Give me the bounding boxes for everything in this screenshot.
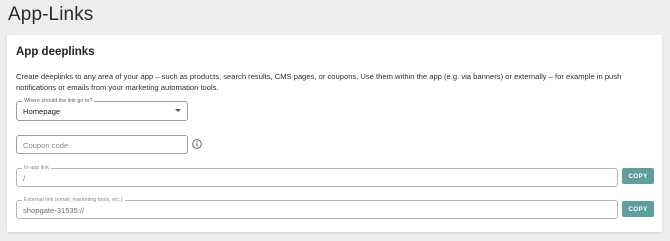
- chevron-down-icon: [175, 109, 181, 112]
- in-app-link-label: In-app link: [22, 164, 51, 172]
- app-deeplinks-card: App deeplinks Create deeplinks to any ar…: [7, 35, 662, 232]
- link-target-select[interactable]: Where should the link go to? Homepage: [16, 97, 188, 121]
- in-app-link-value: /: [23, 174, 26, 183]
- copy-external-link-button[interactable]: COPY: [622, 201, 654, 217]
- external-link-label: External link (email, marketing tools, e…: [22, 196, 125, 204]
- external-link-field[interactable]: External link (email, marketing tools, e…: [16, 196, 618, 219]
- external-link-value: shopgate-31535://: [23, 206, 85, 215]
- coupon-code-placeholder: Coupon code: [23, 141, 69, 150]
- card-description: Create deeplinks to any area of your app…: [16, 72, 622, 92]
- link-target-label: Where should the link go to?: [22, 97, 95, 105]
- page-title: App-Links: [8, 4, 94, 25]
- card-title: App deeplinks: [16, 46, 95, 58]
- copy-in-app-link-button[interactable]: COPY: [622, 168, 654, 184]
- coupon-code-input[interactable]: Coupon code: [16, 135, 188, 154]
- info-icon[interactable]: [192, 139, 202, 149]
- link-target-value: Homepage: [23, 107, 61, 116]
- in-app-link-field[interactable]: In-app link /: [16, 164, 618, 187]
